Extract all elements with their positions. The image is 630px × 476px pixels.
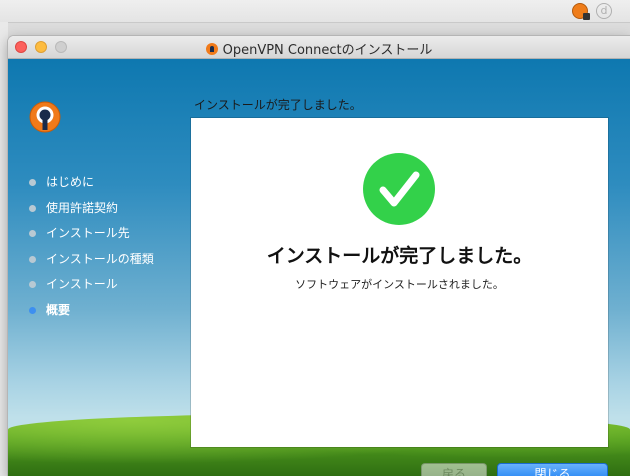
completion-title: インストールが完了しました。 (266, 245, 533, 267)
step-indicator-dot (29, 230, 36, 237)
completion-message: ソフトウェアがインストールされました。 (295, 278, 504, 291)
step-label: インストールの種類 (46, 251, 154, 266)
browser-toolbar: d (0, 0, 630, 23)
openvpn-logo-icon (29, 101, 61, 133)
summary-panel: インストールが完了しました。 ソフトウェアがインストールされました。 (191, 118, 608, 447)
step-header: インストールが完了しました。 (194, 98, 362, 112)
installer-step-item: インストールの種類 (28, 252, 154, 278)
step-label: はじめに (46, 175, 95, 189)
background-window-edge (0, 22, 8, 476)
success-badge (363, 153, 435, 225)
installer-step-item: インストール先 (28, 226, 154, 252)
title-bar: OpenVPN Connectのインストール (8, 36, 630, 59)
installer-content: はじめに使用許諾契約 インストール先インストールの種類 インストール 概要 インストー… (8, 59, 630, 476)
installer-window: OpenVPN Connectのインストール はじめに使用許諾契約 インストール先… (8, 36, 630, 476)
window-title-wrap: OpenVPN Connectのインストール (8, 39, 630, 58)
step-label: 概要 (46, 302, 71, 317)
close-button[interactable]: 閉じる (497, 463, 608, 476)
step-label: インストール (46, 277, 118, 291)
installer-steps: はじめに使用許諾契約 インストール先インストールの種類 インストール 概要 (28, 175, 154, 328)
installer-step-item: 概要 (28, 303, 154, 329)
step-indicator-dot (29, 179, 36, 186)
step-label: 使用許諾契約 (46, 200, 119, 215)
installer-step-item: はじめに (28, 175, 154, 201)
installer-step-item: インストール (28, 277, 154, 303)
openvpn-extension-icon[interactable] (572, 3, 590, 20)
step-indicator-dot (29, 255, 36, 263)
window-title: OpenVPN Connectのインストール (222, 43, 433, 58)
openvpn-title-icon (205, 43, 218, 55)
step-indicator-dot (29, 204, 36, 212)
back-button[interactable]: 戻る (421, 463, 487, 476)
installer-step-item: 使用許諾契約 (28, 201, 154, 227)
step-label: インストール先 (46, 226, 130, 240)
step-indicator-dot (29, 306, 36, 314)
step-indicator-dot (29, 281, 36, 288)
extension-icon[interactable]: d (596, 3, 612, 19)
checkmark-icon (379, 171, 420, 207)
